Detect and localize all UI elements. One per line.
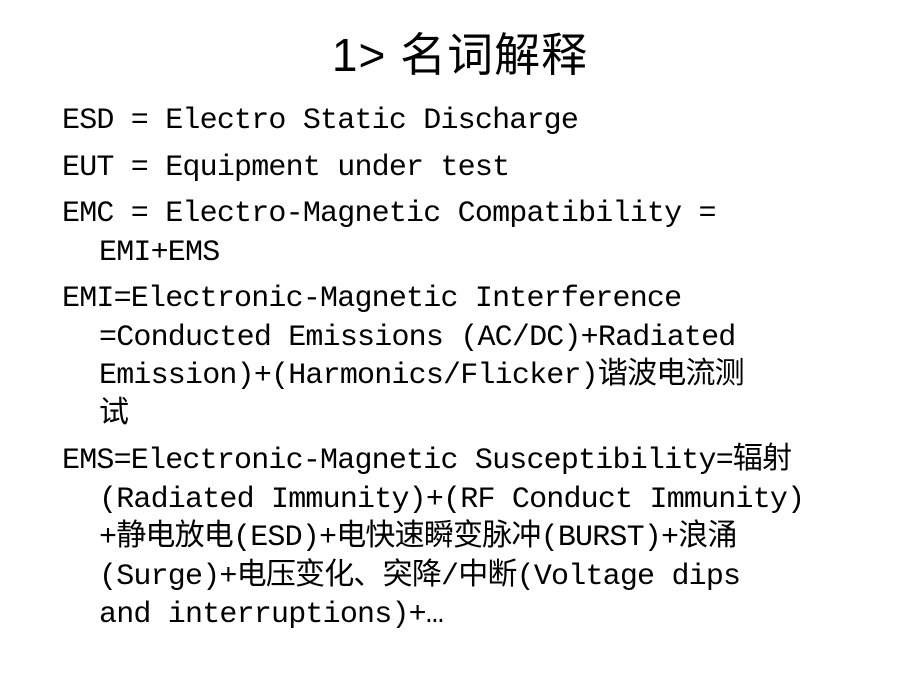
definition-ems: EMS=Electronic-Magnetic Susceptibility=辐… [62,442,882,635]
definition-line: EUT = Equipment under test [62,150,510,185]
definition-line: (Radiated Immunity)+(RF Conduct Immunity… [99,482,805,517]
definition-line: EMS=Electronic-Magnetic Susceptibility=辐… [62,444,792,478]
definition-line: ESD = Electro Static Discharge [62,104,579,138]
slide-title: 1> 名词解释 [331,29,589,81]
definition-line: 试 [99,397,129,432]
definition-emc: EMC = Electro-Magnetic Compatibility = E… [62,195,882,272]
definition-line: and interruptions)+… [99,598,444,632]
definition-line: EMI+EMS [99,235,220,270]
definition-esd: ESD = Electro Static Discharge [62,102,882,141]
definitions-list: ESD = Electro Static Discharge EUT = Equ… [62,102,882,643]
definition-eut: EUT = Equipment under test [62,149,882,188]
definition-line: =Conducted Emissions (AC/DC)+Radiated [99,320,736,355]
definition-line: EMC = Electro-Magnetic Compatibility = [62,197,717,231]
definition-line: (Surge)+电压变化、突降/中断(Voltage dips [99,559,741,594]
definition-line: EMI=Electronic-Magnetic Interference [62,282,682,316]
definition-line: Emission)+(Harmonics/Flicker)谐波电流测 [99,359,745,393]
definition-emi: EMI=Electronic-Magnetic Interference =Co… [62,280,882,434]
definition-line: +静电放电(ESD)+电快速瞬变脉冲(BURST)+浪涌 [99,521,737,555]
slide: 1> 名词解释 ESD = Electro Static Discharge E… [0,0,920,690]
